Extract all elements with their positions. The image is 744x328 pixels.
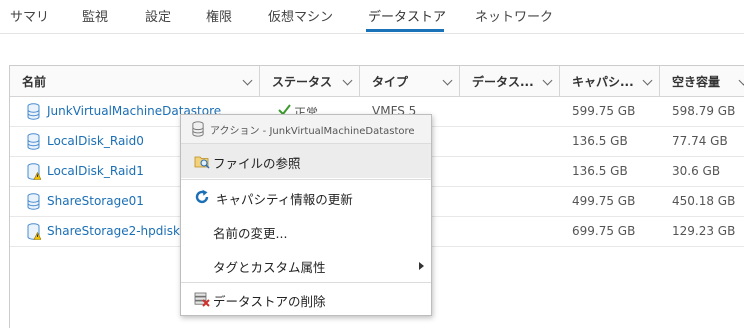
free-space-text: 129.23 GB (672, 224, 736, 238)
capacity-text: 699.75 GB (572, 224, 636, 238)
context-menu-title: アクション - JunkVirtualMachineDatastore (210, 126, 415, 137)
column-label: タイプ (372, 75, 409, 89)
column-header-free-space[interactable]: 空き容量 (660, 66, 744, 96)
delete-datastore-icon (194, 292, 210, 307)
chevron-down-icon[interactable] (642, 75, 653, 86)
menu-item-label: タグとカスタム属性 (213, 260, 326, 275)
menu-item-label: 名前の変更... (213, 226, 288, 241)
tab-monitor[interactable]: 監視 (82, 6, 108, 25)
tab-permissions[interactable]: 権限 (206, 6, 232, 25)
datastore-icon (27, 103, 40, 120)
tab-networks[interactable]: ネットワーク (475, 6, 553, 25)
free-space-text: 30.6 GB (672, 164, 721, 178)
active-tab-indicator (366, 29, 444, 32)
column-label: 名前 (22, 75, 47, 89)
menu-item-browse-files[interactable]: ファイルの参照 (181, 144, 431, 178)
tab-vms[interactable]: 仮想マシン (268, 6, 333, 25)
context-menu: アクション - JunkVirtualMachineDatastore ファイル… (180, 114, 432, 316)
chevron-down-icon[interactable] (542, 75, 553, 86)
capacity-text: 499.75 GB (572, 194, 636, 208)
menu-item-label: データストアの削除 (213, 294, 326, 309)
datastore-icon (27, 133, 40, 150)
grid-header: 名前 ステータス タイプ データス... キャパシ... 空き容量 (10, 66, 744, 97)
chevron-down-icon[interactable] (738, 75, 744, 86)
column-header-status[interactable]: ステータス (260, 66, 360, 96)
menu-item-tags-attributes[interactable]: タグとカスタム属性 (181, 248, 431, 282)
column-header-type[interactable]: タイプ (360, 66, 460, 96)
column-header-capacity[interactable]: キャパシ... (560, 66, 660, 96)
column-label: 空き容量 (672, 75, 721, 89)
menu-item-rename[interactable]: 名前の変更... (181, 214, 431, 248)
datastore-icon (27, 193, 40, 210)
column-label: キャパシ... (572, 75, 634, 89)
capacity-text: 136.5 GB (572, 134, 628, 148)
context-menu-header: アクション - JunkVirtualMachineDatastore (181, 115, 431, 144)
free-space-text: 598.79 GB (672, 104, 736, 118)
capacity-text: 136.5 GB (572, 164, 628, 178)
menu-item-label: ファイルの参照 (213, 156, 301, 171)
chevron-down-icon[interactable] (442, 75, 453, 86)
tabs-divider (0, 33, 744, 34)
datastore-warning-icon (27, 163, 41, 180)
column-label: ステータス (272, 75, 333, 89)
chevron-down-icon[interactable] (242, 75, 253, 86)
datastore-name-link[interactable]: ShareStorage01 (47, 194, 144, 208)
tab-configure[interactable]: 設定 (145, 6, 171, 25)
datastore-name-link[interactable]: LocalDisk_Raid0 (47, 134, 144, 148)
capacity-text: 599.75 GB (572, 104, 636, 118)
datastore-name-link[interactable]: ShareStorage2-hpdisk (47, 224, 180, 238)
column-header-name[interactable]: 名前 (10, 66, 260, 96)
menu-item-label: キャパシティ情報の更新 (216, 192, 353, 207)
datastore-warning-icon (27, 223, 41, 240)
datastore-icon (192, 121, 204, 137)
menu-item-refresh-capacity[interactable]: キャパシティ情報の更新 (181, 180, 431, 214)
column-header-datastore-cluster[interactable]: データス... (460, 66, 560, 96)
tab-bar: サマリ 監視 設定 権限 仮想マシン データストア ネットワーク (0, 0, 744, 33)
submenu-arrow-icon (419, 262, 424, 270)
refresh-icon (195, 189, 209, 204)
chevron-down-icon[interactable] (342, 75, 353, 86)
free-space-text: 450.18 GB (672, 194, 736, 208)
column-label: データス... (472, 75, 534, 89)
datastore-name-link[interactable]: LocalDisk_Raid1 (47, 164, 144, 178)
browse-folder-icon (194, 156, 210, 169)
tab-datastores[interactable]: データストア (368, 6, 446, 25)
free-space-text: 77.74 GB (672, 134, 728, 148)
menu-item-delete-datastore[interactable]: データストアの削除 (181, 282, 431, 316)
tab-summary[interactable]: サマリ (10, 6, 49, 25)
